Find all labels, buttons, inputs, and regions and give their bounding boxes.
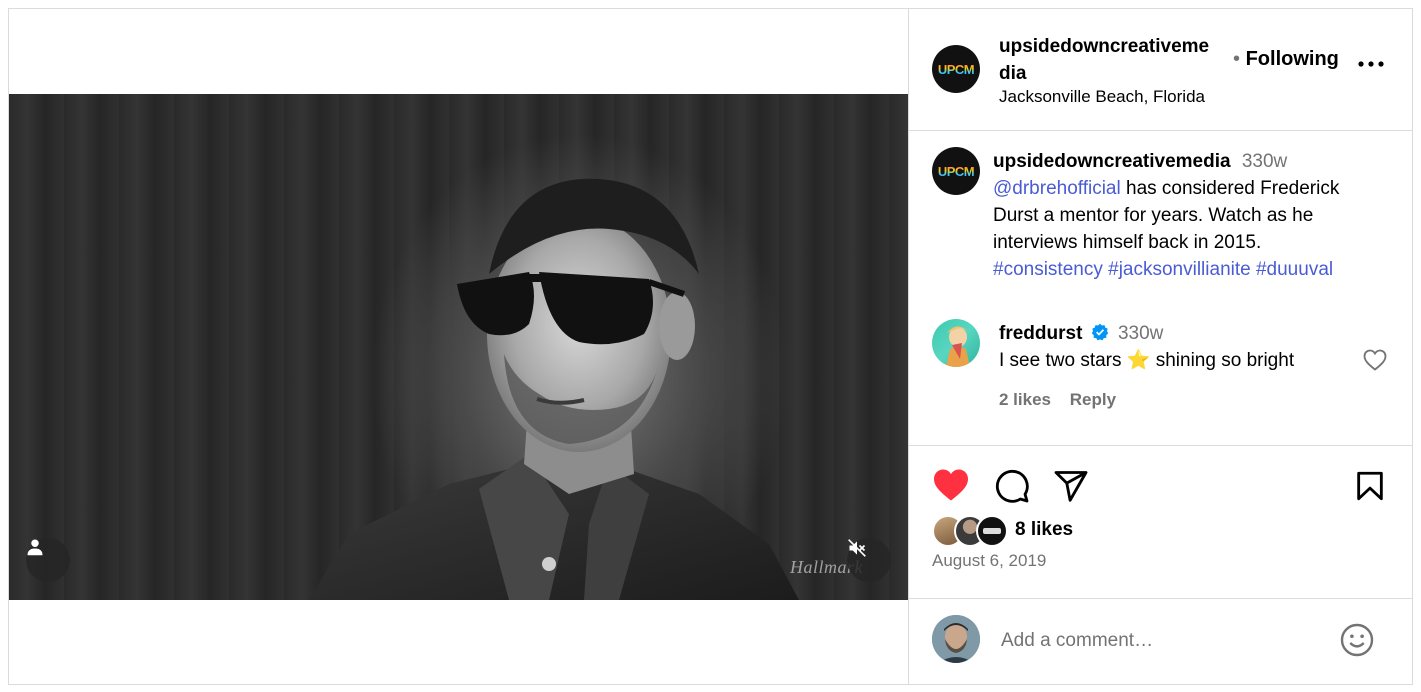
bookmark-icon [1357,471,1383,501]
more-options-icon [1358,61,1384,67]
emoji-icon [1340,623,1374,657]
reply-button[interactable]: Reply [1070,390,1116,409]
author-avatar[interactable]: UPCM [932,45,980,93]
share-icon [1054,471,1088,502]
tagged-people-button[interactable] [26,538,70,582]
caption-author-avatar[interactable]: UPCM [932,147,980,195]
post-header: UPCM upsidedowncreativeme dia Jacksonvil… [909,9,1412,131]
commenter-avatar[interactable] [932,319,980,367]
media-column: Hallmark [9,9,908,684]
liker-avatars[interactable] [932,515,1012,547]
avatar-logo-text: UPCM [937,61,975,77]
comment-timestamp[interactable]: 330w [1118,323,1163,344]
comment-header: freddurst 330w [999,320,1163,347]
author-username[interactable]: upsidedowncreativeme dia [999,33,1209,87]
muted-speaker-icon [848,539,866,557]
comment-text-part: I see two stars [999,350,1122,371]
comment-meta: 2 likes Reply [999,386,1116,413]
post-date[interactable]: August 6, 2019 [932,550,1046,572]
post-sidebar: UPCM upsidedowncreativeme dia Jacksonvil… [908,9,1412,684]
add-comment-input[interactable] [999,626,1323,656]
star-emoji: ⭐ [1126,350,1151,371]
verified-badge-icon [1091,323,1108,341]
liker-avatar [976,515,1008,547]
like-button[interactable] [932,468,972,504]
hashtag-link[interactable]: #duuuval [1256,259,1333,280]
author-username-line2[interactable]: dia [999,60,1209,87]
caption-text-1: has considered Frederick [1126,178,1340,199]
caption-line-1: @drbrehofficial has considered Frederick [993,175,1339,202]
comment-icon [995,469,1029,503]
likes-count[interactable]: 8 likes [1015,518,1073,542]
caption-hashtags: #consistency #jacksonvillianite #duuuval [993,256,1333,283]
comment-likes-count[interactable]: 2 likes [999,390,1051,409]
post-location[interactable]: Jacksonville Beach, Florida [999,86,1205,108]
caption-line-3: interviews himself back in 2015. [993,232,1262,253]
follow-separator: • [1233,48,1241,70]
author-username-line1[interactable]: upsidedowncreativeme [999,33,1209,60]
share-button[interactable] [1053,468,1089,504]
heart-icon [934,469,968,501]
video-player[interactable]: Hallmark [9,94,908,600]
following-button[interactable]: Following [1246,48,1339,70]
commenter-avatar-image [946,326,970,367]
caption-header: upsidedowncreativemedia 330w [993,148,1287,175]
emoji-picker-button[interactable] [1339,622,1375,658]
caption-username[interactable]: upsidedowncreativemedia [993,151,1231,172]
hashtag-link[interactable]: #consistency [993,259,1103,280]
actions-divider [909,445,1412,446]
mute-toggle-button[interactable] [847,538,891,582]
liker-logo-icon [983,528,1001,534]
post-dialog: Hallmark UPCM upsidedowncreativeme dia J… [8,8,1413,685]
more-options-button[interactable] [1355,48,1387,80]
video-frame-image [309,178,799,600]
follow-status: • Following [1233,46,1339,72]
comment-username[interactable]: freddurst [999,323,1082,344]
caption-mention-link[interactable]: @drbrehofficial [993,178,1121,199]
comment-like-icon [1363,349,1387,371]
save-button[interactable] [1353,468,1389,504]
current-user-avatar-image [932,615,980,663]
comment-like-button[interactable] [1363,349,1389,375]
caption-timestamp[interactable]: 330w [1242,151,1287,172]
comment-text: I see two stars ⭐ shining so bright [999,347,1294,374]
hashtag-link[interactable]: #jacksonvillianite [1108,259,1251,280]
current-user-avatar [932,615,980,663]
comment-button[interactable] [994,468,1030,504]
avatar-logo-text: UPCM [937,163,975,179]
caption-line-2: Durst a mentor for years. Watch as he [993,205,1314,226]
person-tag-icon [27,539,43,556]
comment-box-divider [909,598,1412,599]
comment-text-part: shining so bright [1155,350,1295,371]
